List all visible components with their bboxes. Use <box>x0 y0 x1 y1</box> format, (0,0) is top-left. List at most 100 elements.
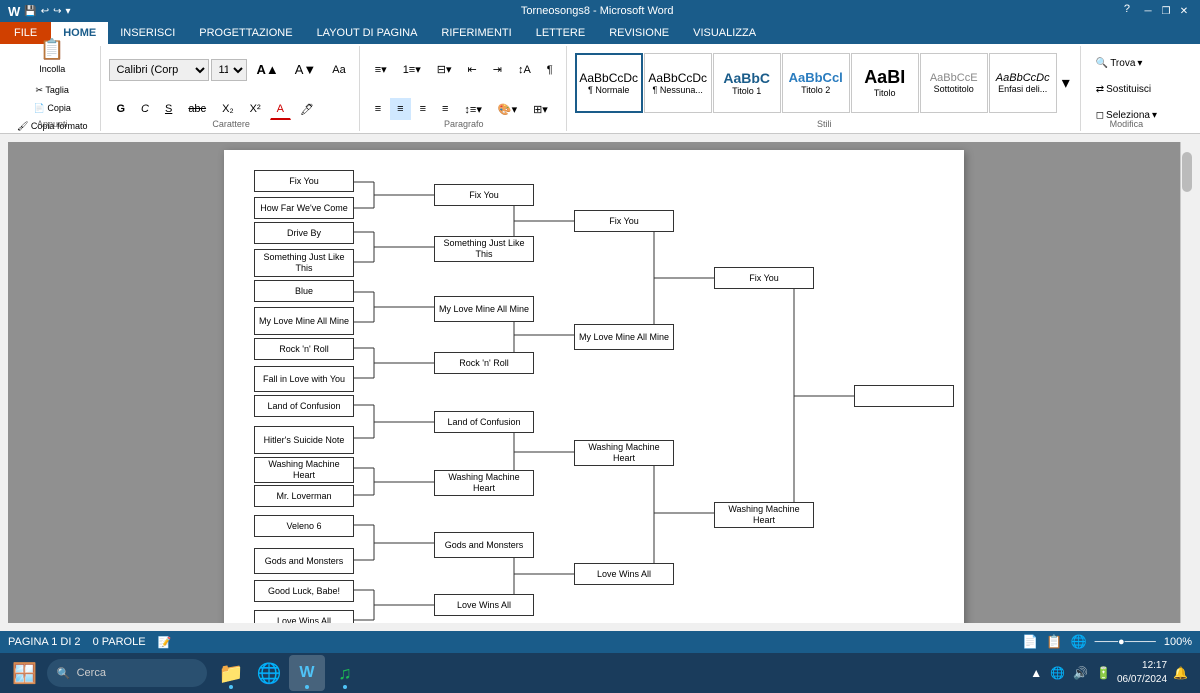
view-print-icon[interactable]: 📋 <box>1046 634 1062 650</box>
align-right-button[interactable]: ≡ <box>413 98 433 120</box>
tab-progettazione[interactable]: PROGETTAZIONE <box>187 22 304 44</box>
r4-fix-you: Fix You <box>714 267 814 289</box>
styles-expand-button[interactable]: ▾ <box>1058 69 1074 97</box>
r1-goodluck: Good Luck, Babe! <box>254 580 354 602</box>
borders-button[interactable]: ⊞▾ <box>526 98 555 120</box>
view-web-icon[interactable]: 🌐 <box>1070 634 1086 650</box>
group-paragrafo: ≡▾ 1≡▾ ⊟▾ ⇤ ⇥ ↕A ¶ ≡ ≡ ≡ ≡ ↕≡▾ 🎨▾ ⊞▾ Par… <box>362 46 567 131</box>
zoom-slider[interactable]: ───●──── <box>1095 636 1156 648</box>
align-left-button[interactable]: ≡ <box>368 98 388 120</box>
strikethrough-button[interactable]: abc <box>181 98 213 120</box>
volume-icon[interactable]: 🔊 <box>1071 666 1090 680</box>
style-titolo1[interactable]: AaBbC Titolo 1 <box>713 53 781 113</box>
style-titolo[interactable]: AaBI Titolo <box>851 53 919 113</box>
clock-date: 06/07/2024 <box>1117 673 1167 687</box>
font-color-button[interactable]: A <box>270 98 291 120</box>
r1-gods: Gods and Monsters <box>254 548 354 574</box>
pilcrow-button[interactable]: ¶ <box>540 59 560 81</box>
undo-icon[interactable]: ↩ <box>41 6 49 17</box>
tab-lettere[interactable]: LETTERE <box>524 22 598 44</box>
save-icon[interactable]: 💾 <box>24 6 36 17</box>
incolla-button[interactable]: 📋 Incolla <box>32 31 72 81</box>
justify-button[interactable]: ≡ <box>435 98 455 120</box>
r3-my-love: My Love Mine All Mine <box>574 324 674 350</box>
vertical-scrollbar[interactable] <box>1180 142 1192 623</box>
outline-button[interactable]: ⊟▾ <box>430 59 459 81</box>
style-sottotitolo[interactable]: AaBbCcE Sottotitolo <box>920 53 988 113</box>
underline-button[interactable]: S <box>158 98 179 120</box>
taskbar-search[interactable]: 🔍 Cerca <box>47 659 207 687</box>
decrease-font-button[interactable]: A▼ <box>288 59 324 81</box>
r1-fall: Fall in Love with You <box>254 366 354 392</box>
taskbar-explorer[interactable]: 📁 <box>213 655 249 691</box>
r2-something: Something Just Like This <box>434 236 534 262</box>
taskbar-search-label[interactable]: Cerca <box>77 667 106 679</box>
taskbar-chrome[interactable]: 🌐 <box>251 655 287 691</box>
titlebar-left-icons: W 💾 ↩ ↪ ▾ <box>8 4 71 19</box>
highlight-button[interactable]: 🖊 <box>293 98 321 120</box>
redo-icon[interactable]: ↪ <box>53 6 61 17</box>
tab-layout[interactable]: LAYOUT DI PAGINA <box>305 22 430 44</box>
r1-land: Land of Confusion <box>254 395 354 417</box>
r1-rock: Rock 'n' Roll <box>254 338 354 360</box>
system-clock: 12:17 06/07/2024 <box>1117 659 1167 687</box>
tab-riferimenti[interactable]: RIFERIMENTI <box>429 22 523 44</box>
copia-button[interactable]: 📄 Copia <box>27 101 78 117</box>
subscript-button[interactable]: X₂ <box>215 98 241 120</box>
taskbar-spotify[interactable]: ♫ <box>327 655 363 691</box>
sort-button[interactable]: ↕A <box>511 59 538 81</box>
increase-indent-button[interactable]: ⇥ <box>486 59 509 81</box>
close-button[interactable]: ✕ <box>1176 3 1192 19</box>
help-icon[interactable]: ? <box>1124 3 1130 19</box>
style-titolo2[interactable]: AaBbCcl Titolo 2 <box>782 53 850 113</box>
tab-visualizza[interactable]: VISUALIZZA <box>681 22 768 44</box>
shading-button[interactable]: 🎨▾ <box>491 98 524 120</box>
number-list-button[interactable]: 1≡▾ <box>396 59 428 81</box>
document-area[interactable]: Fix You How Far We've Come Drive By Some… <box>8 142 1180 623</box>
style-nessuna[interactable]: AaBbCcDc ¶ Nessuna... <box>644 53 712 113</box>
group-stili: AaBbCcDc ¶ Normale AaBbCcDc ¶ Nessuna...… <box>569 46 1081 131</box>
taskbar-word[interactable]: W <box>289 655 325 691</box>
trova-button[interactable]: 🔍 Trova ▾ <box>1089 52 1150 74</box>
r4-washing: Washing Machine Heart <box>714 502 814 528</box>
increase-font-button[interactable]: A▲ <box>249 59 285 81</box>
tab-inserisci[interactable]: INSERISCI <box>108 22 187 44</box>
minimize-button[interactable]: ─ <box>1140 3 1156 19</box>
line-spacing-button[interactable]: ↕≡▾ <box>457 98 488 120</box>
start-button[interactable]: 🪟 <box>4 655 45 691</box>
bold-button[interactable]: G <box>109 98 132 120</box>
clear-format-button[interactable]: Aa <box>325 59 352 81</box>
notification-icon[interactable]: ▲ <box>1028 666 1044 680</box>
battery-icon[interactable]: 🔋 <box>1094 666 1113 680</box>
superscript-button[interactable]: X² <box>243 98 268 120</box>
window-title: Torneosongs8 - Microsoft Word <box>71 5 1124 17</box>
italic-button[interactable]: C <box>134 98 156 120</box>
style-normale[interactable]: AaBbCcDc ¶ Normale <box>575 53 643 113</box>
taglia-button[interactable]: ✂ Taglia <box>29 83 76 99</box>
group-stili-label: Stili <box>569 119 1080 129</box>
r2-my-love: My Love Mine All Mine <box>434 296 534 322</box>
titlebar: W 💾 ↩ ↪ ▾ Torneosongs8 - Microsoft Word … <box>0 0 1200 22</box>
view-read-icon[interactable]: 📄 <box>1022 634 1038 650</box>
track-changes-icon[interactable]: 📝 <box>158 636 172 649</box>
sostituisci-button[interactable]: ⇄ Sostituisci <box>1089 78 1158 100</box>
notification-bell-icon[interactable]: 🔔 <box>1171 666 1190 680</box>
ribbon-toolbar: 📋 Incolla ✂ Taglia 📄 Copia 🖌 Copia forma… <box>0 44 1200 134</box>
scrollbar-thumb[interactable] <box>1182 152 1192 192</box>
font-name-select[interactable]: Calibri (Corp <box>109 59 209 81</box>
r1-washing: Washing Machine Heart <box>254 457 354 483</box>
align-center-button[interactable]: ≡ <box>390 98 410 120</box>
r1-something: Something Just Like This <box>254 249 354 277</box>
r2-rock: Rock 'n' Roll <box>434 352 534 374</box>
restore-button[interactable]: ❐ <box>1158 3 1174 19</box>
r1-how-far: How Far We've Come <box>254 197 354 219</box>
style-enfasi[interactable]: AaBbCcDc Enfasi deli... <box>989 53 1057 113</box>
bullet-list-button[interactable]: ≡▾ <box>368 59 394 81</box>
font-size-select[interactable]: 11 <box>211 59 247 81</box>
group-modifica-label: Modifica <box>1083 119 1170 129</box>
r2-washing: Washing Machine Heart <box>434 470 534 496</box>
network-icon[interactable]: 🌐 <box>1048 666 1067 680</box>
taskbar-app-icons: 📁 🌐 W ♫ <box>213 655 363 691</box>
decrease-indent-button[interactable]: ⇤ <box>461 59 484 81</box>
tab-revisione[interactable]: REVISIONE <box>597 22 681 44</box>
